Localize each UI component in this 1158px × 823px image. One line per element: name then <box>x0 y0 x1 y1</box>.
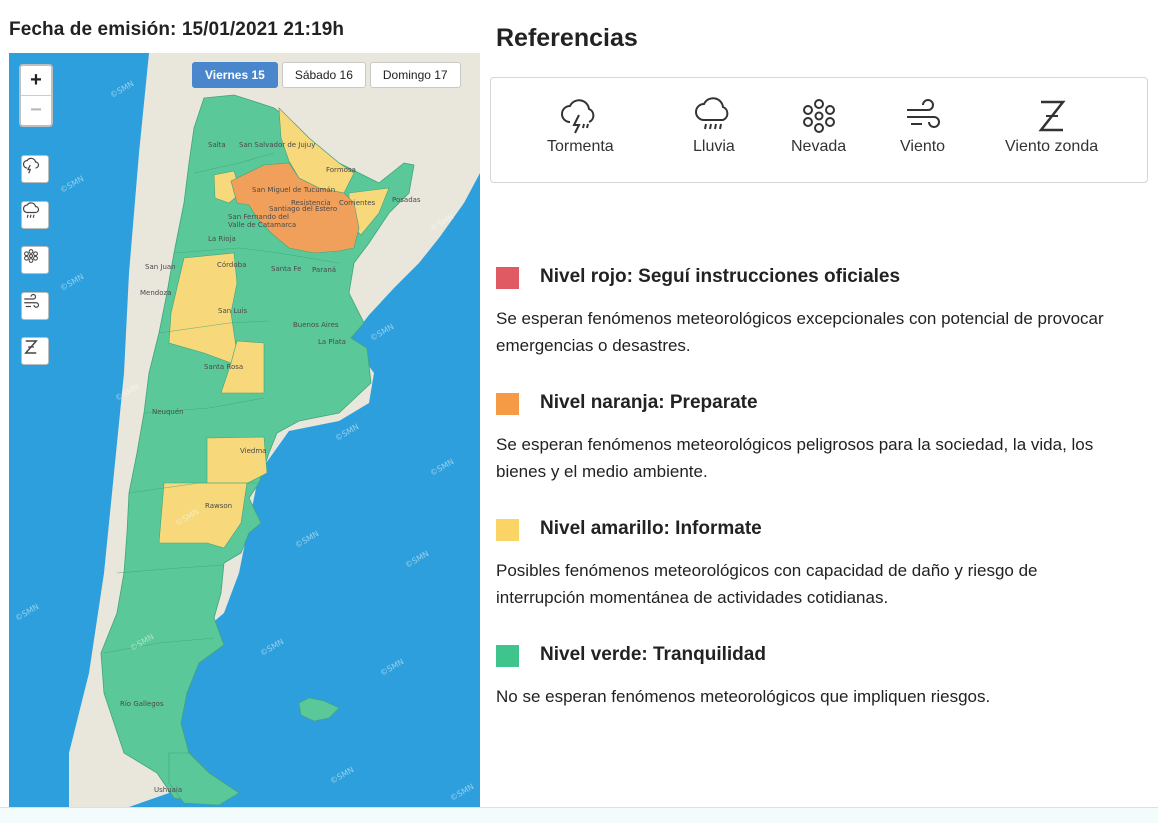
layer-thunderstorm-button[interactable] <box>21 155 49 183</box>
zoom-in-button[interactable]: + <box>21 66 51 95</box>
city-label-neuquen: Neuquén <box>152 408 184 416</box>
alert-map[interactable]: Salta San Salvador de Jujuy Formosa San … <box>9 53 480 807</box>
reference-label: Nevada <box>791 138 847 155</box>
reference-viento: Viento <box>900 96 945 156</box>
level-orange-description: Se esperan fenómenos meteorológicos peli… <box>496 435 1094 481</box>
city-label-cordoba: Córdoba <box>217 261 247 269</box>
level-red-description: Se esperan fenómenos meteorológicos exce… <box>496 309 1104 355</box>
city-label-viedma: Viedma <box>240 447 267 455</box>
falkland-islands <box>298 697 340 722</box>
city-label-mendoza: Mendoza <box>140 289 172 297</box>
layer-wind-button[interactable] <box>21 292 49 320</box>
city-label-larioja: La Rioja <box>208 235 236 243</box>
city-label-posadas: Posadas <box>392 196 421 204</box>
layer-rain-button[interactable] <box>21 201 49 229</box>
zonda-wind-icon <box>24 340 38 354</box>
reference-lluvia: Lluvia <box>693 96 735 156</box>
level-yellow-swatch <box>496 519 519 541</box>
layer-snow-button[interactable] <box>21 246 49 274</box>
city-label-sanjuan: San Juan <box>145 263 176 271</box>
city-label-ushuaia: Ushuaia <box>154 786 183 794</box>
city-label-tucuman: San Miguel de Tucumán <box>252 186 336 194</box>
city-label-rawson: Rawson <box>205 502 233 510</box>
level-yellow-title: Nivel amarillo: Informate <box>540 518 762 539</box>
layer-zonda-button[interactable] <box>21 337 49 365</box>
reference-label: Tormenta <box>547 138 614 155</box>
city-label-jujuy: San Salvador de Jujuy <box>239 141 316 149</box>
city-label-laplata: La Plata <box>318 338 346 346</box>
city-label-riogallegos: Río Gallegos <box>120 700 164 708</box>
level-orange-swatch <box>496 393 519 415</box>
city-label-sanluis: San Luis <box>218 307 248 315</box>
city-label-catamarca: San Fernando del Valle de Catamarca <box>228 213 297 229</box>
region-yellow-rionegro <box>206 436 268 486</box>
rain-icon <box>22 202 40 218</box>
thunderstorm-icon <box>561 99 595 134</box>
zoom-control: + − <box>19 64 53 127</box>
level-yellow-description: Posibles fenómenos meteorológicos con ca… <box>496 561 1038 607</box>
reference-label: Viento <box>900 138 946 155</box>
city-label-santiago: Santiago del Estero <box>269 205 338 213</box>
tab-viernes[interactable]: Viernes 15 <box>192 62 278 88</box>
page-bottom-strip <box>0 807 1158 823</box>
level-green-title: Nivel verde: Tranquilidad <box>540 644 766 665</box>
city-label-parana: Paraná <box>312 266 337 274</box>
zonda-wind-icon <box>1037 100 1066 132</box>
level-orange-title: Nivel naranja: Preparate <box>540 392 758 413</box>
city-label-formosa: Formosa <box>326 166 356 174</box>
reference-viento-zonda: Viento zonda <box>1005 96 1098 156</box>
wind-icon <box>906 99 940 128</box>
reference-label: Viento zonda <box>1005 138 1099 155</box>
references-box: Tormenta Lluvia Nevada Viento Viento zon… <box>490 77 1148 183</box>
city-label-salta: Salta <box>208 141 226 149</box>
reference-tormenta: Tormenta <box>547 96 614 156</box>
snow-icon <box>24 249 38 263</box>
day-tabs: Viernes 15 Sábado 16 Domingo 17 <box>192 62 461 88</box>
issue-date: Fecha de emisión: 15/01/2021 21:19h <box>9 19 345 40</box>
city-label-corrientes: Corrientes <box>339 199 376 207</box>
city-label-santarosa: Santa Rosa <box>204 363 244 371</box>
tierra-del-fuego <box>168 752 240 806</box>
level-red-title: Nivel rojo: Seguí instrucciones oficiale… <box>540 266 901 287</box>
thunderstorm-icon <box>22 157 40 174</box>
tab-sabado[interactable]: Sábado 16 <box>281 62 366 88</box>
city-label-santafe: Santa Fe <box>271 265 302 273</box>
zoom-out-button[interactable]: − <box>21 95 51 125</box>
snow-icon <box>802 99 835 133</box>
wind-icon <box>24 293 40 308</box>
reference-label: Lluvia <box>693 138 735 155</box>
level-green-description: No se esperan fenómenos meteorológicos q… <box>496 687 991 706</box>
tab-domingo[interactable]: Domingo 17 <box>369 62 461 88</box>
level-red-swatch <box>496 267 519 289</box>
city-label-buenosaires: Buenos Aires <box>293 321 339 329</box>
references-title: Referencias <box>496 24 638 52</box>
rain-icon <box>694 97 729 130</box>
level-green-swatch <box>496 645 519 667</box>
map-canvas <box>69 53 480 807</box>
reference-nevada: Nevada <box>791 96 846 156</box>
